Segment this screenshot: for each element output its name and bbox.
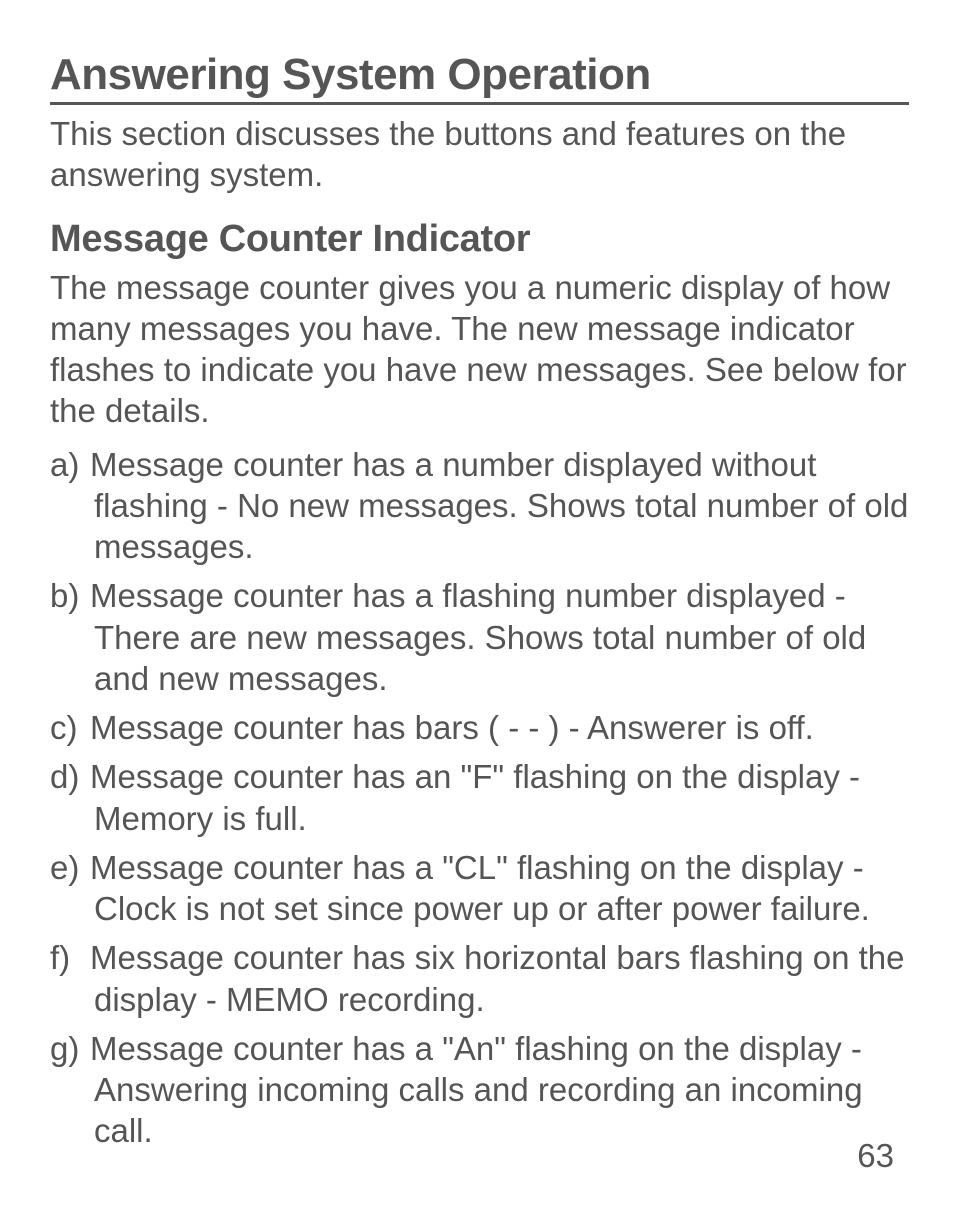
- page-number: 63: [857, 1137, 894, 1175]
- page-container: Answering System Operation This section …: [0, 0, 954, 1215]
- list-item: f)Message counter has six horizontal bar…: [50, 937, 909, 1020]
- list-marker: d): [50, 756, 90, 797]
- list-marker: a): [50, 444, 90, 485]
- section-heading: Answering System Operation: [50, 50, 909, 105]
- list-text: Message counter has a flashing number di…: [90, 577, 866, 697]
- list-marker: g): [50, 1028, 90, 1069]
- list-text: Message counter has a number displayed w…: [90, 446, 908, 566]
- indicator-list: a)Message counter has a number displayed…: [50, 444, 909, 1152]
- section-intro-paragraph: This section discusses the buttons and f…: [50, 113, 909, 196]
- list-text: Message counter has bars ( - - ) - Answe…: [90, 709, 814, 746]
- list-marker: f): [50, 937, 90, 978]
- list-item: c)Message counter has bars ( - - ) - Ans…: [50, 707, 909, 748]
- list-item: e)Message counter has a "CL" flashing on…: [50, 847, 909, 930]
- list-text: Message counter has an "F" flashing on t…: [90, 758, 860, 836]
- list-item: a)Message counter has a number displayed…: [50, 444, 909, 568]
- list-text: Message counter has six horizontal bars …: [90, 939, 904, 1017]
- list-text: Message counter has a "An" flashing on t…: [90, 1030, 863, 1150]
- subsection-heading: Message Counter Indicator: [50, 218, 909, 261]
- list-marker: e): [50, 847, 90, 888]
- list-item: d)Message counter has an "F" flashing on…: [50, 756, 909, 839]
- list-marker: b): [50, 575, 90, 616]
- subsection-intro-paragraph: The message counter gives you a numeric …: [50, 267, 909, 432]
- list-marker: c): [50, 707, 90, 748]
- list-item: b)Message counter has a flashing number …: [50, 575, 909, 699]
- list-item: g)Message counter has a "An" flashing on…: [50, 1028, 909, 1152]
- list-text: Message counter has a "CL" flashing on t…: [90, 849, 870, 927]
